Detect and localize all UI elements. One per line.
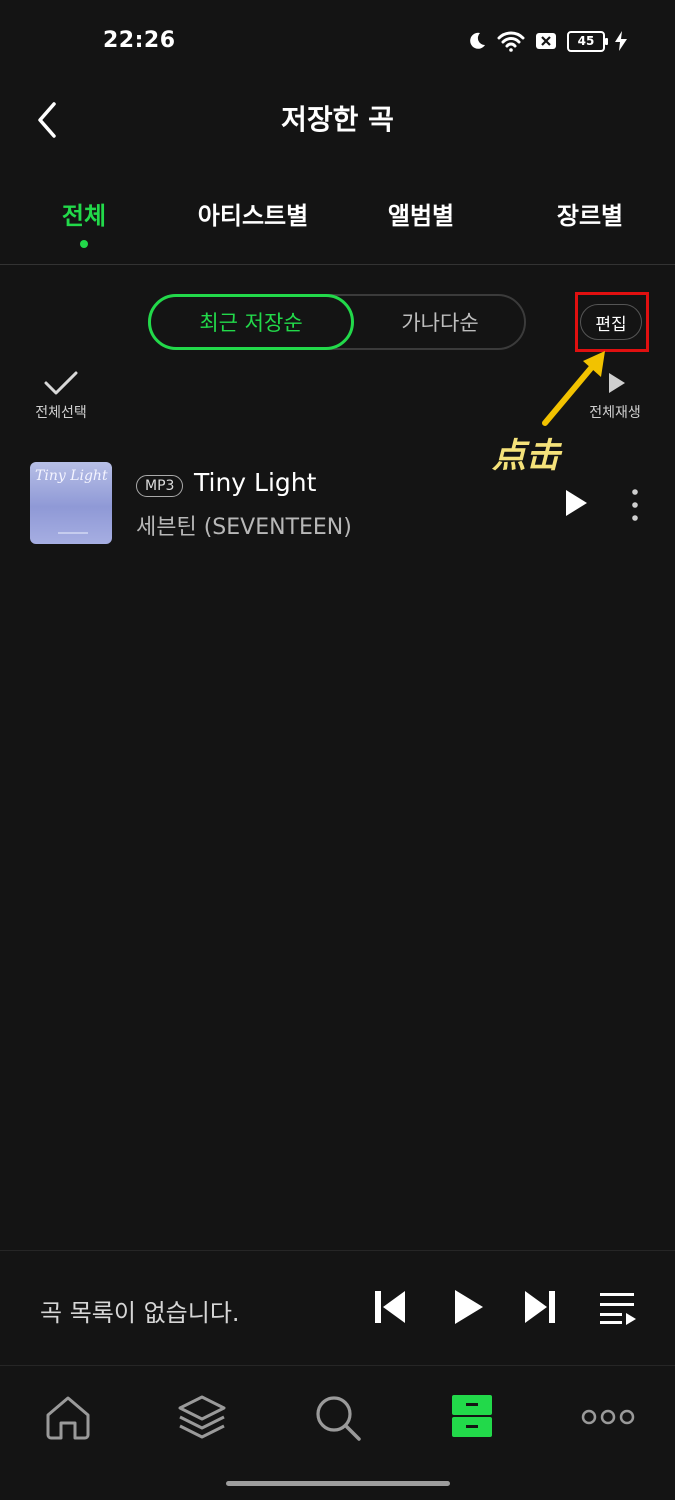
mini-play-icon[interactable] [452, 1287, 486, 1327]
skip-next-icon[interactable] [523, 1287, 557, 1327]
wifi-icon [497, 31, 525, 52]
tabs-divider [0, 264, 675, 265]
moon-icon [470, 32, 485, 49]
charging-bolt-icon [615, 31, 627, 51]
song-play-button[interactable] [563, 488, 589, 518]
storage-drawer-icon[interactable] [450, 1393, 494, 1439]
mini-player: 곡 목록이 없습니다. [0, 1250, 675, 1366]
tab-by-artist[interactable]: 아티스트별 [198, 196, 308, 231]
checkmark-icon [44, 371, 78, 395]
skip-previous-icon[interactable] [373, 1287, 407, 1327]
song-row[interactable]: Tiny Light MP3 Tiny Light 세븐틴 (SEVENTEEN… [0, 460, 675, 550]
no-sim-icon [536, 33, 556, 49]
tab-by-album[interactable]: 앨범별 [388, 196, 454, 231]
home-indicator [226, 1481, 450, 1486]
tab-all[interactable]: 전체 [62, 196, 106, 231]
edit-button[interactable]: 편집 [580, 304, 642, 340]
sort-alphabetical-button[interactable]: 가나다순 [356, 296, 524, 348]
layers-icon[interactable] [176, 1393, 228, 1441]
album-art-decoration [58, 532, 88, 534]
album-art-title: Tiny Light [35, 468, 108, 484]
select-all-button[interactable]: 전체선택 [22, 370, 100, 422]
page-title: 저장한 곡 [281, 103, 394, 136]
song-title: Tiny Light [194, 468, 317, 497]
more-dots-icon[interactable] [580, 1407, 636, 1427]
status-time: 22:26 [103, 28, 176, 53]
status-icons: 45 [467, 30, 627, 52]
sort-recent-button[interactable]: 최근 저장순 [148, 294, 354, 350]
song-artist: 세븐틴 (SEVENTEEN) [136, 515, 352, 540]
format-badge: MP3 [136, 475, 184, 497]
mini-player-status: 곡 목록이 없습니다. [40, 1299, 240, 1327]
tab-bar: 전체 아티스트별 앨범별 장르별 [0, 196, 675, 266]
bottom-nav [0, 1367, 675, 1500]
queue-list-icon[interactable] [598, 1287, 638, 1327]
select-all-label: 전체선택 [35, 405, 87, 421]
tab-by-genre[interactable]: 장르별 [557, 196, 623, 231]
album-art: Tiny Light [30, 462, 112, 544]
annotation-arrow-icon [542, 351, 605, 426]
sort-toggle: 최근 저장순 가나다순 [148, 294, 526, 350]
battery-icon: 45 [567, 30, 608, 52]
search-icon[interactable] [313, 1393, 363, 1443]
home-icon[interactable] [44, 1393, 92, 1441]
active-tab-indicator [80, 240, 88, 248]
song-more-button[interactable] [625, 488, 645, 522]
